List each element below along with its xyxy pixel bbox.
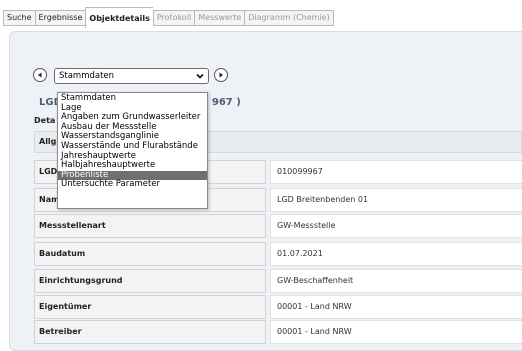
table-row: Eigentümer 00001 - Land NRW bbox=[34, 295, 522, 319]
tab-ergebnisse[interactable]: Ergebnisse bbox=[34, 10, 86, 26]
previous-button[interactable] bbox=[33, 68, 47, 82]
table-row: Baudatum 01.07.2021 bbox=[34, 242, 522, 266]
section-header-label: Allg bbox=[39, 137, 57, 146]
table-row-value: 00001 - Land NRW bbox=[270, 295, 522, 319]
table-row-value: 01.07.2021 bbox=[270, 242, 522, 266]
table-row-value: LGD Breitenbenden 01 bbox=[270, 188, 522, 212]
section-select-value: Stammdaten bbox=[59, 71, 115, 81]
table-row: Einrichtungsgrund GW-Beschaffenheit bbox=[34, 269, 522, 293]
chevron-left-icon bbox=[38, 72, 42, 78]
table-row-value: GW-Beschaffenheit bbox=[270, 269, 522, 293]
tab-bar: Suche Ergebnisse Objektdetails Protokoll… bbox=[0, 0, 522, 28]
section-dropdown-list: Stammdaten Lage Angaben zum Grundwasserl… bbox=[57, 92, 208, 209]
table-row-value: 010099967 bbox=[270, 160, 522, 184]
table-row-label: Messstellenart bbox=[34, 214, 266, 238]
tabs: Suche Ergebnisse Objektdetails Protokoll… bbox=[3, 7, 334, 28]
table-row-label: Baudatum bbox=[34, 242, 266, 266]
tab-protokoll[interactable]: Protokoll bbox=[152, 10, 195, 26]
dropdown-option-untersuchte-parameter[interactable]: Untersuchte Parameter bbox=[58, 180, 207, 190]
table-row-value: 00001 - Land NRW bbox=[270, 320, 522, 344]
next-button[interactable] bbox=[214, 68, 228, 82]
section-select[interactable]: Stammdaten bbox=[54, 68, 209, 84]
chevron-down-icon bbox=[196, 73, 204, 79]
table-row-label: Betreiber bbox=[34, 320, 266, 344]
tab-diagramm-chemie[interactable]: Diagramm (Chemie) bbox=[244, 10, 334, 26]
table-row-label: Einrichtungsgrund bbox=[34, 269, 266, 293]
tab-objektdetails[interactable]: Objektdetails bbox=[85, 7, 153, 28]
tab-suche[interactable]: Suche bbox=[3, 10, 35, 26]
object-title-right: 967 ) bbox=[211, 97, 241, 108]
details-heading: Deta bbox=[34, 116, 56, 125]
chevron-right-icon bbox=[219, 72, 223, 78]
table-row-value: GW-Messstelle bbox=[270, 214, 522, 238]
table-row: Betreiber 00001 - Land NRW bbox=[34, 320, 522, 344]
table-row-label: Eigentümer bbox=[34, 295, 266, 319]
tab-messwerte[interactable]: Messwerte bbox=[194, 10, 245, 26]
table-row: Messstellenart GW-Messstelle bbox=[34, 214, 522, 238]
